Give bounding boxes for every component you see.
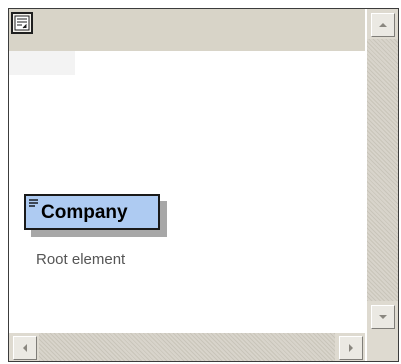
arrow-left-icon bbox=[23, 344, 27, 352]
scroll-up-button[interactable] bbox=[371, 13, 395, 37]
scroll-left-button[interactable] bbox=[13, 336, 37, 360]
company-element-node[interactable]: Company bbox=[24, 194, 167, 237]
vertical-scrollbar[interactable] bbox=[367, 9, 398, 333]
vertical-scroll-track[interactable] bbox=[367, 39, 398, 301]
node-label: Company bbox=[41, 202, 128, 223]
scroll-down-button[interactable] bbox=[371, 305, 395, 329]
diagram-canvas[interactable]: Company Root element bbox=[9, 51, 365, 333]
horizontal-scrollbar[interactable] bbox=[9, 333, 365, 361]
document-button[interactable] bbox=[11, 12, 33, 34]
node-caption: Root element bbox=[36, 251, 126, 268]
element-lines-icon bbox=[29, 199, 38, 207]
schema-view-frame: Company Root element bbox=[8, 8, 399, 362]
arrow-right-icon bbox=[349, 344, 353, 352]
toolbar bbox=[9, 9, 365, 51]
node-box[interactable]: Company bbox=[24, 194, 160, 230]
arrow-up-icon bbox=[379, 23, 387, 27]
canvas-header-area bbox=[9, 51, 75, 75]
horizontal-scroll-track[interactable] bbox=[39, 333, 335, 361]
arrow-down-icon bbox=[379, 315, 387, 319]
scroll-right-button[interactable] bbox=[339, 336, 363, 360]
scrollbar-corner bbox=[367, 333, 398, 361]
document-icon bbox=[14, 15, 30, 31]
